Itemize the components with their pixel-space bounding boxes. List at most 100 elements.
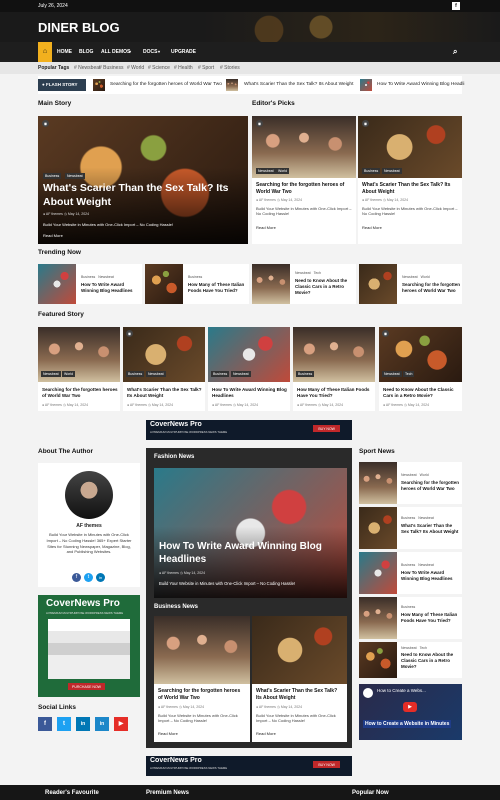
card-image[interactable]	[252, 264, 290, 304]
author-name[interactable]: AF themes	[38, 523, 140, 529]
card-image[interactable]	[359, 597, 397, 639]
ticker-item[interactable]: Searching for the forgotten heroes of Wo…	[110, 82, 222, 87]
category-label[interactable]: Newsbeat	[41, 371, 61, 377]
category-label[interactable]: Newsbeat	[231, 371, 251, 377]
ad-banner[interactable]: CoverNews Pro A PREMIUM MULTIPURPOSE WOR…	[146, 420, 352, 440]
youtube-icon[interactable]: ▶	[114, 717, 128, 731]
ticker-thumbnail[interactable]	[226, 79, 238, 91]
twitter-icon[interactable]: t	[84, 573, 93, 582]
facebook-icon[interactable]: f	[72, 573, 81, 582]
sidebar-ad[interactable]: CoverNews Pro A PREMIUM MULTIPURPOSE WOR…	[38, 595, 140, 697]
ad-banner[interactable]: CoverNews Pro A PREMIUM MULTIPURPOSE WOR…	[146, 756, 352, 776]
tag-link[interactable]: # Business	[99, 62, 123, 74]
tag-link[interactable]: # World	[127, 62, 144, 74]
main-story-card[interactable]: ◉ Business Newsbeat What's Scarier Than …	[38, 116, 248, 244]
card-title[interactable]: What's Scarier Than the Sex Talk? Its Ab…	[362, 182, 458, 195]
author-name[interactable]: AF themes	[259, 198, 276, 202]
editors-pick-card[interactable]: ◉ Business Newsbeat What's Scarier Than …	[358, 116, 462, 244]
card-title[interactable]: Need to Know About the Classic Cars in a…	[383, 387, 460, 399]
category-label[interactable]: Tech	[314, 271, 321, 275]
read-more-link[interactable]: Read More	[256, 225, 276, 230]
author-name[interactable]: AF themes	[300, 403, 317, 407]
editors-pick-card[interactable]: ◉ Newsbeat World Searching for the forgo…	[252, 116, 356, 244]
nav-docs[interactable]: DOCS	[143, 42, 157, 62]
category-label[interactable]: Business	[401, 563, 415, 567]
nav-upgrade[interactable]: UPGRADE	[171, 42, 196, 62]
card-title[interactable]: How Many of These Italian Foods Have You…	[401, 612, 459, 624]
featured-card[interactable]: Business How Many of These Italian Foods…	[293, 327, 375, 411]
linkedin-icon[interactable]: in	[76, 717, 90, 731]
tag-link[interactable]: # Stories	[220, 62, 240, 74]
category-label[interactable]: Newsbeat	[295, 271, 311, 275]
fashion-title[interactable]: How To Write Award Winning Blog Headline…	[159, 540, 344, 566]
buy-now-button[interactable]: BUY NOW	[313, 425, 340, 432]
purchase-now-button[interactable]: PURCHASE NOW	[68, 683, 105, 690]
category-label[interactable]: Newsbeat	[418, 563, 434, 567]
category-label[interactable]: Business	[43, 173, 62, 179]
card-image[interactable]	[252, 616, 347, 684]
linkedin-icon[interactable]: in	[95, 717, 109, 731]
featured-card[interactable]: ◉ Business Newsbeat What's Scarier Than …	[123, 327, 205, 411]
card-image[interactable]	[154, 616, 250, 684]
card-title[interactable]: Need to Know About the Classic Cars in a…	[401, 652, 459, 670]
featured-card[interactable]: Newsbeat World Searching for the forgott…	[38, 327, 120, 411]
category-label[interactable]: Business	[126, 371, 145, 377]
author-name[interactable]: AF themes	[365, 198, 382, 202]
category-label[interactable]: Newsbeat	[65, 173, 85, 179]
nav-all-demos[interactable]: ALL DEMOS	[101, 42, 130, 62]
category-label[interactable]: Business	[401, 605, 415, 609]
author-name[interactable]: AF themes	[386, 403, 403, 407]
twitter-icon[interactable]: t	[57, 717, 71, 731]
category-label[interactable]: Newsbeat	[146, 371, 166, 377]
card-title[interactable]: How To Write Award Winning Blog Headline…	[81, 282, 139, 294]
card-title[interactable]: What's Scarier Than the Sex Talk? Its Ab…	[256, 688, 344, 701]
read-more-link[interactable]: Read More	[256, 731, 276, 736]
tag-link[interactable]: # Health	[174, 62, 193, 74]
category-label[interactable]: Newsbeat	[256, 168, 276, 174]
card-title[interactable]: Searching for the forgotten heroes of Wo…	[158, 688, 246, 701]
category-label[interactable]: Newsbeat	[98, 275, 114, 279]
author-name[interactable]: AF themes	[130, 403, 147, 407]
author-name[interactable]: AF themes	[215, 403, 232, 407]
card-image[interactable]	[359, 462, 397, 504]
search-icon[interactable]: ⌕	[453, 42, 457, 62]
card-image[interactable]	[359, 552, 397, 594]
facebook-icon[interactable]: f	[452, 2, 460, 10]
ticker-item[interactable]: How To Write Award Winning Blog Headli	[377, 82, 464, 87]
category-label[interactable]: Business	[81, 275, 95, 279]
trending-card[interactable]: Business Newsbeat How To Write Award Winn…	[38, 264, 142, 304]
card-title[interactable]: Searching for the forgotten heroes of Wo…	[42, 387, 118, 399]
nav-home[interactable]: HOME	[57, 42, 72, 62]
card-image[interactable]	[38, 264, 76, 304]
category-label[interactable]: Newsbeat	[382, 168, 402, 174]
category-label[interactable]: Business	[401, 516, 415, 520]
category-label[interactable]: Newsbeat	[402, 275, 418, 279]
facebook-icon[interactable]: f	[38, 717, 52, 731]
sport-card[interactable]: Business How Many of These Italian Foods…	[359, 597, 462, 639]
play-icon[interactable]: ▶	[403, 702, 417, 712]
category-label[interactable]: Newsbeat	[418, 516, 434, 520]
author-name[interactable]: AF themes	[259, 705, 276, 709]
site-title[interactable]: DINER BLOG	[38, 20, 120, 35]
sport-card[interactable]: Business Newsbeat How To Write Award Winn…	[359, 552, 462, 594]
category-label[interactable]: World	[420, 473, 429, 477]
tag-link[interactable]: # Science	[148, 62, 170, 74]
card-title[interactable]: Searching for the forgotten heroes of Wo…	[402, 282, 460, 294]
ticker-thumbnail[interactable]	[360, 79, 372, 91]
sport-card[interactable]: Newsbeat World Searching for the forgotte…	[359, 462, 462, 504]
read-more-link[interactable]: Read More	[43, 233, 63, 238]
author-name[interactable]: AF themes	[161, 705, 178, 709]
card-image[interactable]	[359, 264, 397, 304]
chevron-down-icon[interactable]: ▾	[158, 42, 160, 62]
category-label[interactable]: Business	[188, 275, 202, 279]
card-title[interactable]: Searching for the forgotten heroes of Wo…	[256, 182, 352, 195]
author-name[interactable]: AF themes	[46, 212, 63, 216]
card-title[interactable]: What's Scarier Than the Sex Talk? Its Ab…	[127, 387, 203, 399]
sport-card[interactable]: Newsbeat Tech Need to Know About the Clas…	[359, 642, 462, 678]
home-icon[interactable]: ⌂	[38, 42, 52, 62]
read-more-link[interactable]: Read More	[362, 225, 382, 230]
card-title[interactable]: How Many of These Italian Foods Have You…	[188, 282, 246, 294]
category-label[interactable]: Tech	[403, 371, 415, 377]
card-image[interactable]	[145, 264, 183, 304]
tag-link[interactable]: # Newsbeat	[74, 62, 100, 74]
